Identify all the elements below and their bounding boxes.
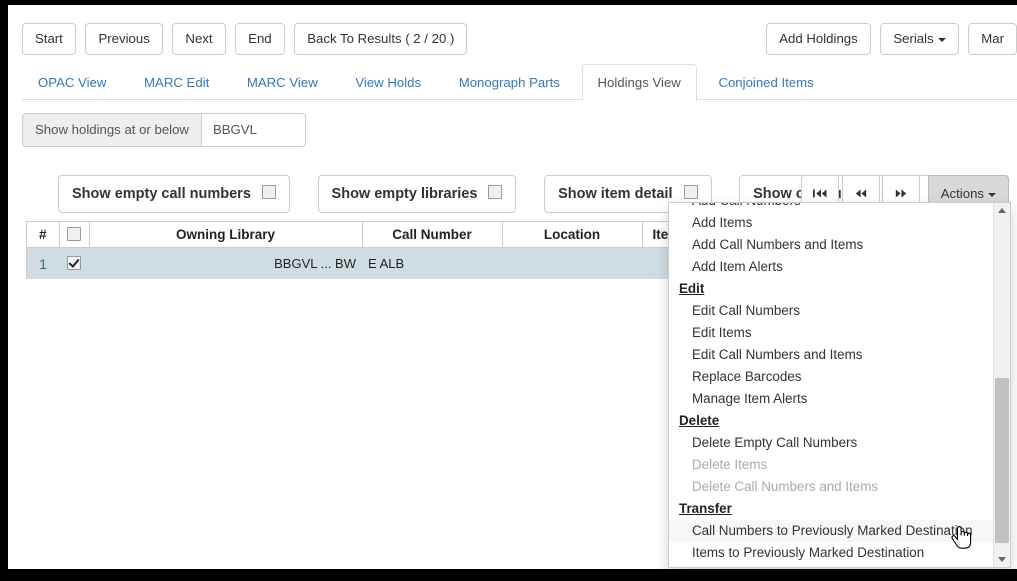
- chevron-down-icon: [988, 192, 996, 197]
- show-holdings-input[interactable]: [200, 113, 306, 147]
- col-header-owning-library[interactable]: Owning Library: [89, 222, 363, 248]
- row-select-cell: [59, 247, 89, 279]
- menu-group-transfer: Transfer: [679, 501, 732, 516]
- col-header-call-number[interactable]: Call Number: [362, 222, 503, 248]
- menu-item-edit-call-numbers[interactable]: Edit Call Numbers: [669, 300, 994, 322]
- serials-label: Serials: [893, 31, 934, 46]
- show-empty-libraries-checkbox[interactable]: [488, 185, 503, 199]
- select-all-checkbox[interactable]: [67, 226, 81, 241]
- show-empty-call-numbers-checkbox[interactable]: [261, 185, 276, 199]
- mark-button-truncated[interactable]: Mar: [968, 23, 1017, 55]
- menu-item-edit-call-numbers-and-items[interactable]: Edit Call Numbers and Items: [669, 344, 994, 366]
- actions-menu-scroll-area: Add Call Numbers Add Items Add Call Numb…: [669, 203, 994, 567]
- menu-group-edit: Edit: [679, 281, 705, 296]
- show-item-detail-checkbox[interactable]: [683, 185, 698, 199]
- previous-button[interactable]: Previous: [85, 23, 163, 55]
- menu-item-call-numbers-to-previously-marked-destination[interactable]: Call Numbers to Previously Marked Destin…: [669, 520, 994, 542]
- show-empty-libraries-label: Show empty libraries: [331, 186, 478, 202]
- scrollbar-thumb[interactable]: [995, 378, 1009, 543]
- page-content: Start Previous Next End Back To Results …: [8, 5, 1017, 569]
- col-header-select: [59, 222, 90, 248]
- row-location: [502, 247, 642, 279]
- menu-item-delete-items: Delete Items: [692, 457, 768, 472]
- tab-holdings-view[interactable]: Holdings View: [581, 64, 697, 101]
- tab-marc-edit[interactable]: MARC Edit: [128, 64, 225, 101]
- menu-item-add-item-alerts[interactable]: Add Item Alerts: [669, 256, 994, 278]
- show-empty-libraries-toggle[interactable]: Show empty libraries: [317, 175, 517, 213]
- serials-dropdown-button[interactable]: Serials: [880, 23, 959, 55]
- previous-page-icon: [855, 189, 866, 198]
- add-holdings-button[interactable]: Add Holdings: [766, 23, 871, 55]
- tab-conjoined-items[interactable]: Conjoined Items: [702, 64, 829, 101]
- actions-dropdown-menu: Add Call Numbers Add Items Add Call Numb…: [668, 202, 1011, 568]
- back-to-results-button[interactable]: Back To Results ( 2 / 20 ): [294, 23, 468, 55]
- menu-group-delete: Delete: [679, 413, 720, 428]
- start-button[interactable]: Start: [22, 23, 76, 55]
- row-call-number: E ALB: [362, 247, 502, 279]
- show-empty-call-numbers-label: Show empty call numbers: [72, 186, 251, 202]
- first-page-icon: [812, 189, 827, 198]
- scroll-down-arrow-icon[interactable]: [994, 551, 1010, 567]
- menu-item-add-call-numbers[interactable]: Add Call Numbers: [669, 203, 994, 212]
- row-checkbox[interactable]: [67, 255, 81, 270]
- row-number: 1: [27, 247, 59, 279]
- tab-monograph-parts[interactable]: Monograph Parts: [443, 64, 576, 101]
- col-header-location[interactable]: Location: [502, 222, 643, 248]
- record-nav-button-group: Start Previous Next End Back To Results …: [22, 23, 473, 55]
- col-header-number[interactable]: #: [27, 222, 60, 248]
- row-owning-library: BBGVL ... BW: [89, 247, 362, 279]
- scroll-up-arrow-icon[interactable]: [994, 203, 1010, 219]
- record-tab-strip: OPAC View MARC Edit MARC View View Holds…: [22, 63, 1017, 101]
- chevron-down-icon: [937, 37, 946, 42]
- holdings-filter-row: Show holdings at or below: [22, 113, 306, 147]
- tab-view-holds[interactable]: View Holds: [339, 64, 437, 101]
- show-holdings-input-group: Show holdings at or below: [22, 113, 306, 147]
- menu-item-replace-barcodes[interactable]: Replace Barcodes: [669, 366, 994, 388]
- actions-label: Actions: [940, 186, 984, 201]
- menu-item-add-call-numbers-and-items[interactable]: Add Call Numbers and Items: [669, 234, 994, 256]
- record-action-button-group: Add Holdings Serials Mar: [760, 23, 1017, 55]
- show-empty-call-numbers-toggle[interactable]: Show empty call numbers: [58, 175, 290, 213]
- add-holdings-label: Add Holdings: [779, 31, 858, 46]
- show-item-detail-label: Show item detail: [558, 186, 673, 202]
- tab-opac-view[interactable]: OPAC View: [22, 64, 122, 101]
- show-holdings-label: Show holdings at or below: [22, 113, 201, 147]
- actions-menu-scrollbar[interactable]: [993, 203, 1010, 567]
- next-button[interactable]: Next: [172, 23, 226, 55]
- screen-frame: Start Previous Next End Back To Results …: [0, 0, 1017, 581]
- next-page-icon: [895, 189, 907, 198]
- menu-item-items-to-previously-marked-destination[interactable]: Items to Previously Marked Destination: [669, 542, 994, 564]
- menu-item-edit-items[interactable]: Edit Items: [669, 322, 994, 344]
- menu-item-manage-item-alerts[interactable]: Manage Item Alerts: [669, 388, 994, 410]
- menu-item-delete-empty-call-numbers[interactable]: Delete Empty Call Numbers: [669, 432, 994, 454]
- top-toolbar: Start Previous Next End Back To Results …: [8, 5, 1017, 57]
- menu-item-add-items[interactable]: Add Items: [669, 212, 994, 234]
- tab-marc-view[interactable]: MARC View: [231, 64, 334, 101]
- end-button[interactable]: End: [235, 23, 285, 55]
- menu-item-delete-call-numbers-and-items: Delete Call Numbers and Items: [692, 479, 879, 494]
